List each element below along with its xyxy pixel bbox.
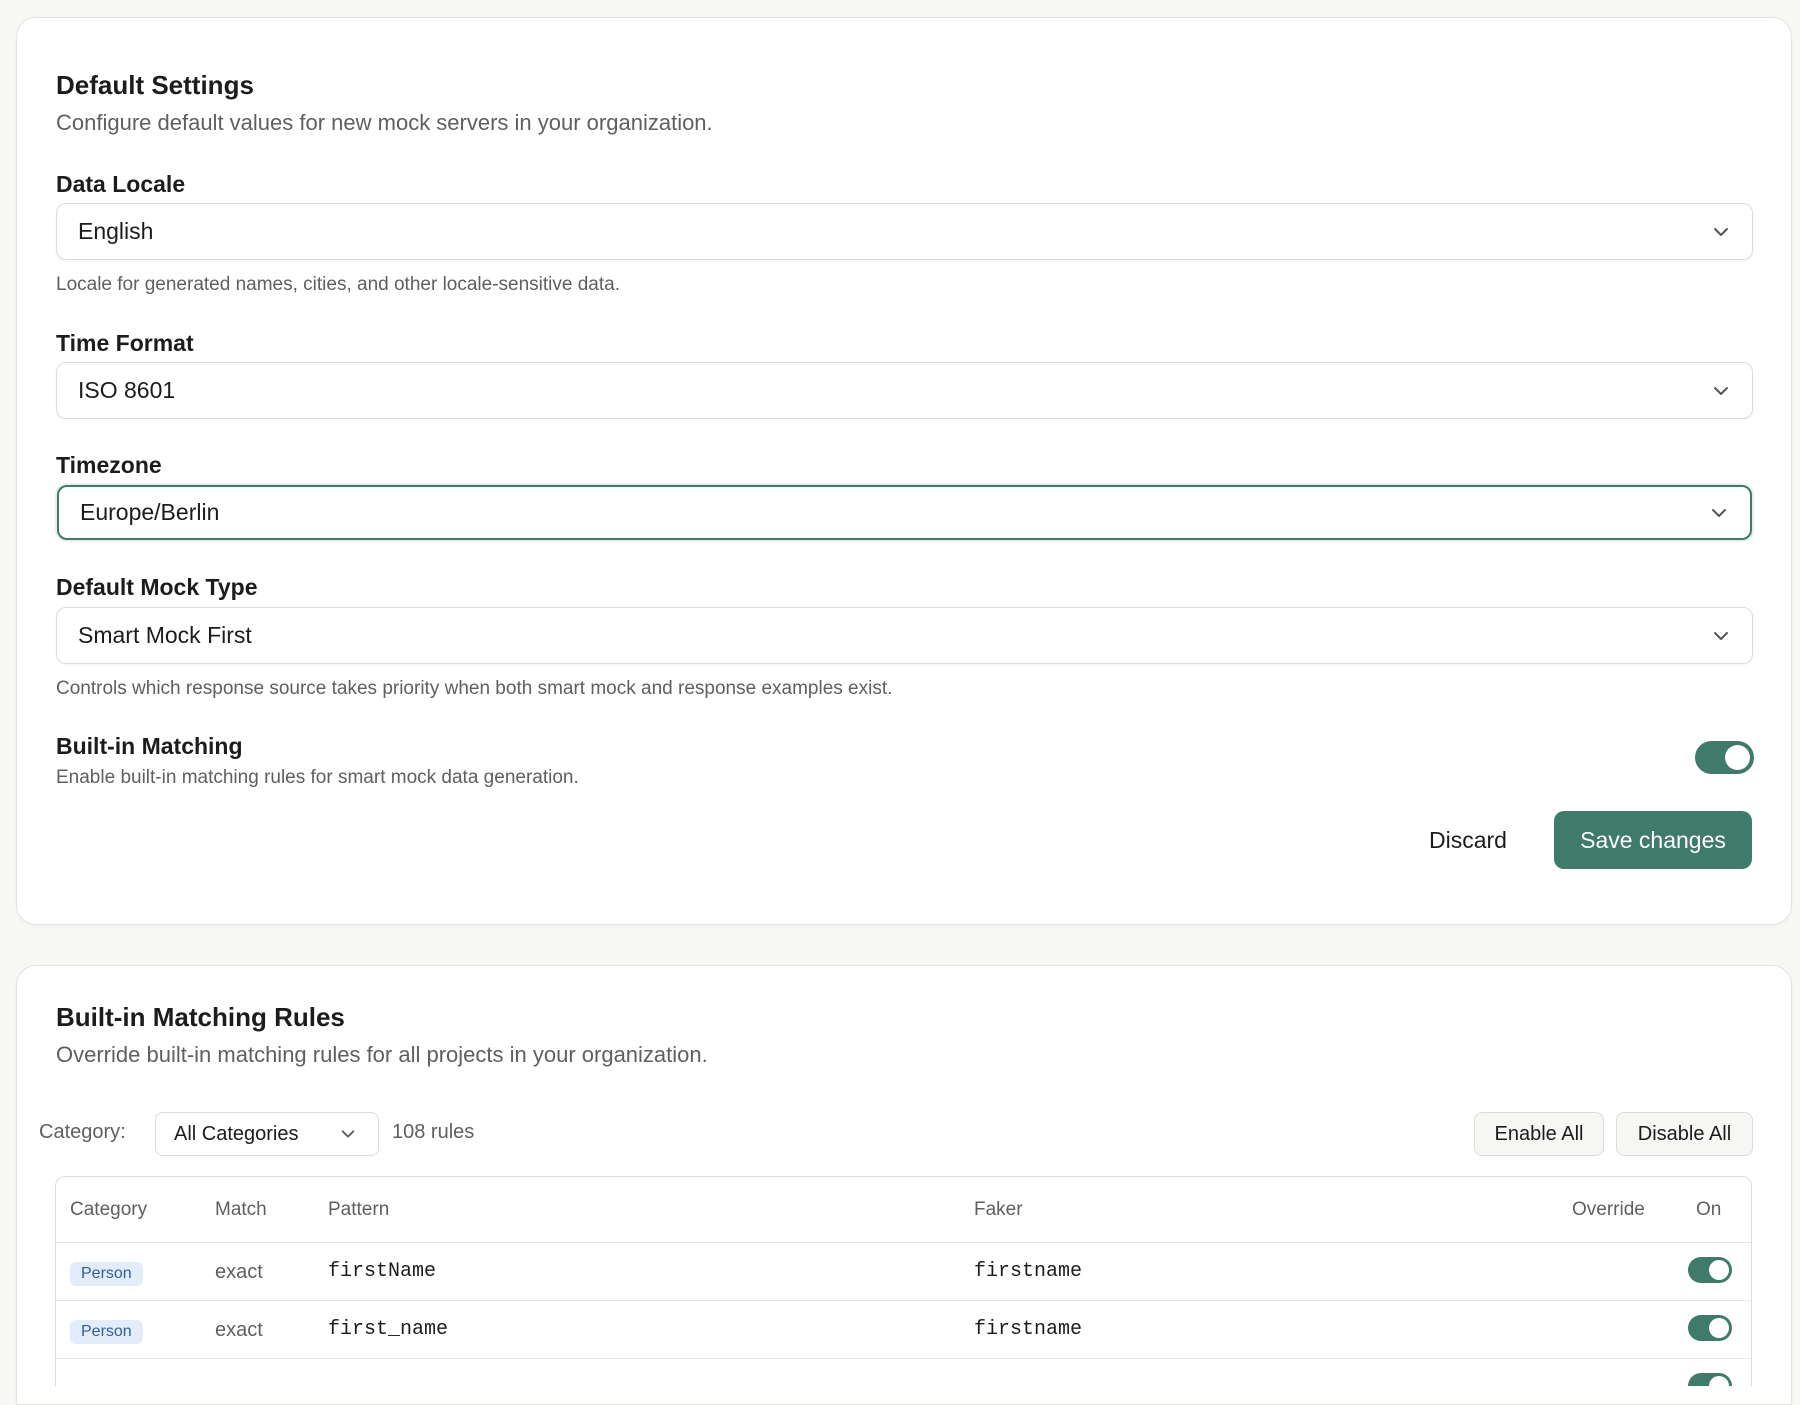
time-format-label: Time Format bbox=[56, 330, 194, 356]
time-format-value: ISO 8601 bbox=[78, 377, 176, 403]
category-badge: Person bbox=[70, 1262, 143, 1286]
toggle-knob bbox=[1709, 1318, 1729, 1338]
table-row[interactable]: Person exact first_name firstname bbox=[56, 1301, 1751, 1359]
enable-all-button[interactable]: Enable All bbox=[1474, 1112, 1604, 1156]
builtin-matching-toggle[interactable] bbox=[1695, 741, 1754, 774]
data-locale-select[interactable]: English bbox=[56, 203, 1753, 260]
table-row[interactable]: Person exact firstName firstname bbox=[56, 1243, 1751, 1301]
default-settings-title: Default Settings bbox=[56, 70, 254, 100]
category-filter-value: All Categories bbox=[174, 1122, 299, 1145]
match-cell: exact bbox=[215, 1319, 263, 1341]
toggle-knob bbox=[1709, 1260, 1729, 1280]
table-header: Category Match Pattern Faker Override On bbox=[56, 1177, 1751, 1243]
faker-cell: firstname bbox=[974, 1260, 1083, 1283]
column-header-faker[interactable]: Faker bbox=[974, 1199, 1023, 1221]
disable-all-button[interactable]: Disable All bbox=[1616, 1112, 1753, 1156]
mock-type-help: Controls which response source takes pri… bbox=[56, 678, 893, 699]
column-header-on[interactable]: On bbox=[1696, 1199, 1721, 1221]
matching-rules-title: Built-in Matching Rules bbox=[56, 1002, 345, 1032]
data-locale-help: Locale for generated names, cities, and … bbox=[56, 274, 620, 295]
rules-table: Category Match Pattern Faker Override On… bbox=[55, 1176, 1752, 1386]
matching-rules-subtitle: Override built-in matching rules for all… bbox=[56, 1042, 708, 1067]
discard-button[interactable]: Discard bbox=[1410, 811, 1526, 869]
builtin-matching-help: Enable built-in matching rules for smart… bbox=[56, 767, 579, 788]
chevron-down-icon bbox=[1712, 508, 1726, 517]
column-header-match[interactable]: Match bbox=[215, 1199, 267, 1221]
timezone-value: Europe/Berlin bbox=[80, 499, 220, 525]
builtin-matching-label: Built-in Matching bbox=[56, 733, 243, 759]
mock-type-value: Smart Mock First bbox=[78, 622, 252, 648]
column-header-override[interactable]: Override bbox=[1572, 1199, 1645, 1221]
category-badge: Person bbox=[70, 1320, 143, 1344]
timezone-select[interactable]: Europe/Berlin bbox=[57, 485, 1752, 540]
chevron-down-icon bbox=[1714, 227, 1728, 236]
toggle-knob bbox=[1709, 1376, 1729, 1386]
default-settings-subtitle: Configure default values for new mock se… bbox=[56, 110, 713, 135]
chevron-down-icon bbox=[1714, 386, 1728, 395]
column-header-pattern[interactable]: Pattern bbox=[328, 1199, 389, 1221]
data-locale-value: English bbox=[78, 218, 154, 244]
rule-enabled-toggle[interactable] bbox=[1688, 1373, 1732, 1386]
default-settings-card: Default Settings Configure default value… bbox=[16, 17, 1792, 925]
toggle-knob bbox=[1725, 745, 1750, 770]
category-filter-label: Category: bbox=[39, 1121, 126, 1143]
match-cell: exact bbox=[215, 1261, 263, 1283]
rule-count: 108 rules bbox=[392, 1121, 475, 1143]
chevron-down-icon bbox=[1714, 631, 1728, 640]
time-format-select[interactable]: ISO 8601 bbox=[56, 362, 1753, 419]
pattern-cell: first_name bbox=[328, 1318, 449, 1341]
mock-type-select[interactable]: Smart Mock First bbox=[56, 607, 1753, 664]
chevron-down-icon bbox=[341, 1130, 355, 1138]
faker-cell: firstname bbox=[974, 1318, 1083, 1341]
pattern-cell: firstName bbox=[328, 1260, 437, 1283]
rule-enabled-toggle[interactable] bbox=[1688, 1257, 1732, 1283]
timezone-label: Timezone bbox=[56, 452, 162, 478]
column-header-category[interactable]: Category bbox=[70, 1199, 147, 1221]
mock-type-label: Default Mock Type bbox=[56, 574, 258, 600]
category-filter-select[interactable]: All Categories bbox=[155, 1112, 379, 1156]
data-locale-label: Data Locale bbox=[56, 171, 186, 197]
save-changes-button[interactable]: Save changes bbox=[1554, 811, 1752, 869]
rule-enabled-toggle[interactable] bbox=[1688, 1315, 1732, 1341]
